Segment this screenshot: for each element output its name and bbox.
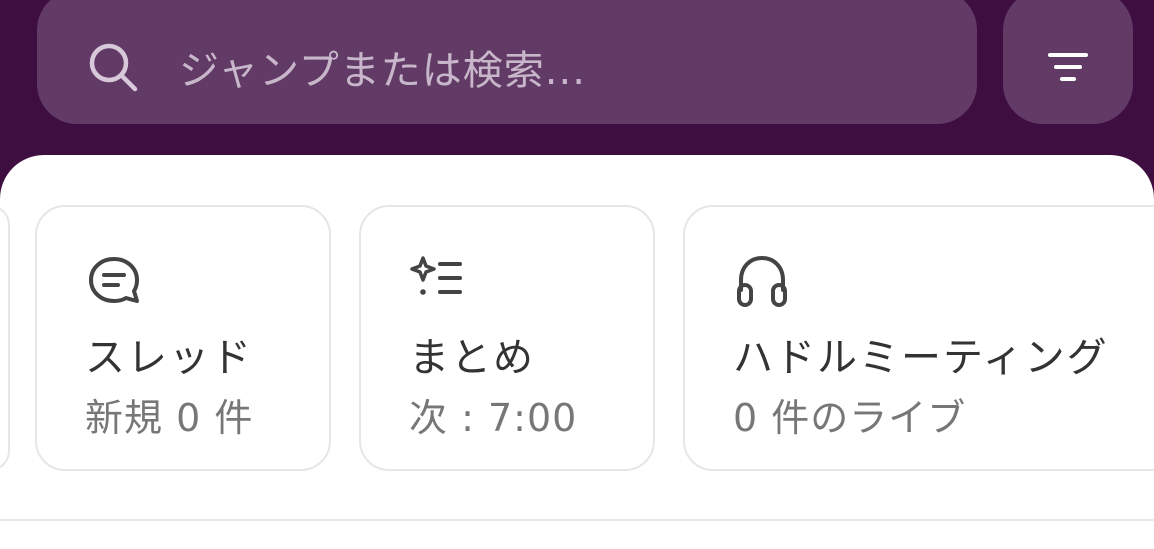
card-summary[interactable]: まとめ 次 : 7:00 (359, 205, 655, 471)
card-huddles[interactable]: ハドルミーティング 0 件のライブ (683, 205, 1154, 471)
card-title: ハドルミーティング (733, 335, 1109, 381)
search-bar[interactable]: ジャンプまたは検索... (37, 0, 977, 124)
card-subtitle: 0 件のライブ (733, 396, 967, 440)
top-bar: ジャンプまたは検索... (0, 0, 1154, 160)
search-icon (89, 43, 138, 92)
card-threads[interactable]: スレッド 新規 0 件 (35, 205, 331, 471)
card-subtitle: 新規 0 件 (85, 396, 254, 440)
card-partial[interactable] (0, 205, 10, 471)
headphones-icon (737, 255, 787, 307)
filter-icon (1048, 53, 1088, 81)
divider (0, 519, 1154, 521)
thread-bubble-icon (89, 257, 139, 303)
card-title: スレッド (85, 335, 253, 381)
card-subtitle: 次 : 7:00 (409, 396, 578, 440)
card-title: まとめ (409, 335, 535, 381)
home-sheet: スレッド 新規 0 件 まとめ 次 : 7:00 ハドルミーティング 0 件のラ… (0, 155, 1154, 549)
search-placeholder: ジャンプまたは検索... (179, 48, 586, 94)
sparkle-list-icon (410, 256, 462, 295)
filter-button[interactable] (1003, 0, 1133, 124)
